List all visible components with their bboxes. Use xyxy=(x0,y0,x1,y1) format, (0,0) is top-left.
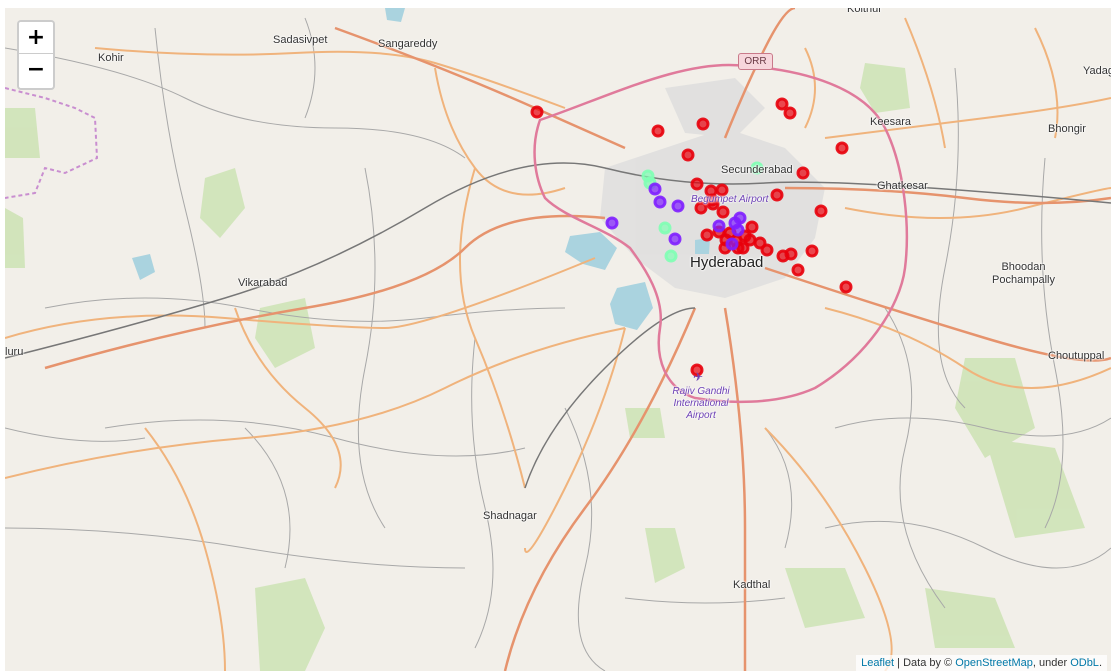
map-marker-red[interactable] xyxy=(700,228,714,242)
map-marker-red[interactable] xyxy=(839,280,853,294)
map-marker-purple[interactable] xyxy=(668,232,682,246)
airplane-icon: ✈ xyxy=(693,370,704,384)
map-marker-red[interactable] xyxy=(805,244,819,258)
lake xyxy=(385,8,405,22)
place-label-begumpet: Begumpet Airport xyxy=(691,194,769,205)
airport-line-3: Airport xyxy=(686,410,716,421)
place-label-sadasivpet: Sadasivpet xyxy=(273,34,328,46)
forest-area xyxy=(200,168,245,238)
forest-area xyxy=(5,208,25,268)
place-label-airport: Rajiv Gandhi International Airport xyxy=(663,386,739,422)
map-marker-red[interactable] xyxy=(753,236,767,250)
zoom-out-button[interactable]: − xyxy=(19,54,53,86)
place-label-shadnagar: Shadnagar xyxy=(483,510,537,522)
airport-line-2: International xyxy=(673,398,729,409)
attribution-separator: | Data by © xyxy=(894,657,956,669)
zoom-in-button[interactable]: + xyxy=(19,22,53,54)
zoom-control: + − xyxy=(17,20,55,90)
place-label-hyderabad: Hyderabad xyxy=(690,254,764,271)
place-label-sangareddy: Sangareddy xyxy=(378,38,438,50)
odbl-link[interactable]: ODbL xyxy=(1070,657,1099,669)
lake xyxy=(132,254,155,280)
map-marker-purple[interactable] xyxy=(648,182,662,196)
place-label-secunderabad: Secunderabad xyxy=(721,164,793,176)
map-marker-red[interactable] xyxy=(791,263,805,277)
map-marker-purple[interactable] xyxy=(733,211,747,225)
place-label-yadagirigutta: Yadag xyxy=(1083,65,1111,77)
map-marker-purple[interactable] xyxy=(653,195,667,209)
lake xyxy=(610,282,653,330)
map-marker-red[interactable] xyxy=(783,106,797,120)
urban-area xyxy=(600,128,825,298)
map-marker-green[interactable] xyxy=(658,221,672,235)
map-marker-purple[interactable] xyxy=(605,216,619,230)
map-tiles[interactable] xyxy=(5,8,1111,671)
map-marker-red[interactable] xyxy=(681,148,695,162)
forest-area xyxy=(925,588,1015,648)
place-label-tanduru: luru xyxy=(5,346,24,358)
place-label-kadthal: Kadthal xyxy=(733,579,771,591)
forest-area xyxy=(255,578,325,671)
map-marker-red[interactable] xyxy=(696,117,710,131)
map-marker-purple[interactable] xyxy=(731,223,745,237)
leaflet-link[interactable]: Leaflet xyxy=(861,657,894,669)
map-container[interactable]: Kohir Sadasivpet Sangareddy Kolthur Yada… xyxy=(5,8,1111,671)
map-marker-green[interactable] xyxy=(664,249,678,263)
openstreetmap-link[interactable]: OpenStreetMap xyxy=(955,657,1033,669)
place-label-keesara: Keesara xyxy=(870,116,911,128)
map-marker-purple[interactable] xyxy=(712,219,726,233)
map-frame: Kohir Sadasivpet Sangareddy Kolthur Yada… xyxy=(0,0,1115,671)
map-marker-red[interactable] xyxy=(716,205,730,219)
forest-area xyxy=(645,528,685,583)
place-label-kolthur: Kolthur xyxy=(847,8,882,15)
map-marker-red[interactable] xyxy=(796,166,810,180)
map-marker-red[interactable] xyxy=(690,177,704,191)
map-marker-red[interactable] xyxy=(835,141,849,155)
map-marker-red[interactable] xyxy=(745,220,759,234)
place-label-bhoodan-pochampally: Bhoodan Pochampally xyxy=(992,261,1055,286)
map-marker-red[interactable] xyxy=(530,105,544,119)
attribution-under: , under xyxy=(1032,657,1071,669)
forest-area xyxy=(985,438,1085,538)
lake xyxy=(565,232,617,270)
map-marker-red[interactable] xyxy=(736,241,750,255)
place-label-bhongir: Bhongir xyxy=(1048,123,1086,135)
place-label-choutuppal: Choutuppal xyxy=(1048,350,1105,362)
forest-area xyxy=(785,568,865,628)
map-marker-purple[interactable] xyxy=(725,237,739,251)
map-marker-red[interactable] xyxy=(770,188,784,202)
urban-area xyxy=(665,78,765,138)
map-marker-red[interactable] xyxy=(775,97,789,111)
place-label-vikarabad: Vikarabad xyxy=(238,277,288,289)
map-marker-red[interactable] xyxy=(784,247,798,261)
place-label-ghatkesar: Ghatkesar xyxy=(877,180,928,192)
map-marker-red[interactable] xyxy=(814,204,828,218)
map-marker-red[interactable] xyxy=(651,124,665,138)
place-label-kohir: Kohir xyxy=(98,52,124,64)
attribution-end: . xyxy=(1098,657,1102,669)
orr-road-shield: ORR xyxy=(738,53,773,70)
map-attribution: Leaflet | Data by © OpenStreetMap, under… xyxy=(856,655,1107,671)
airport-line-1: Rajiv Gandhi xyxy=(672,386,730,397)
forest-area xyxy=(5,108,40,158)
map-marker-purple[interactable] xyxy=(671,199,685,213)
